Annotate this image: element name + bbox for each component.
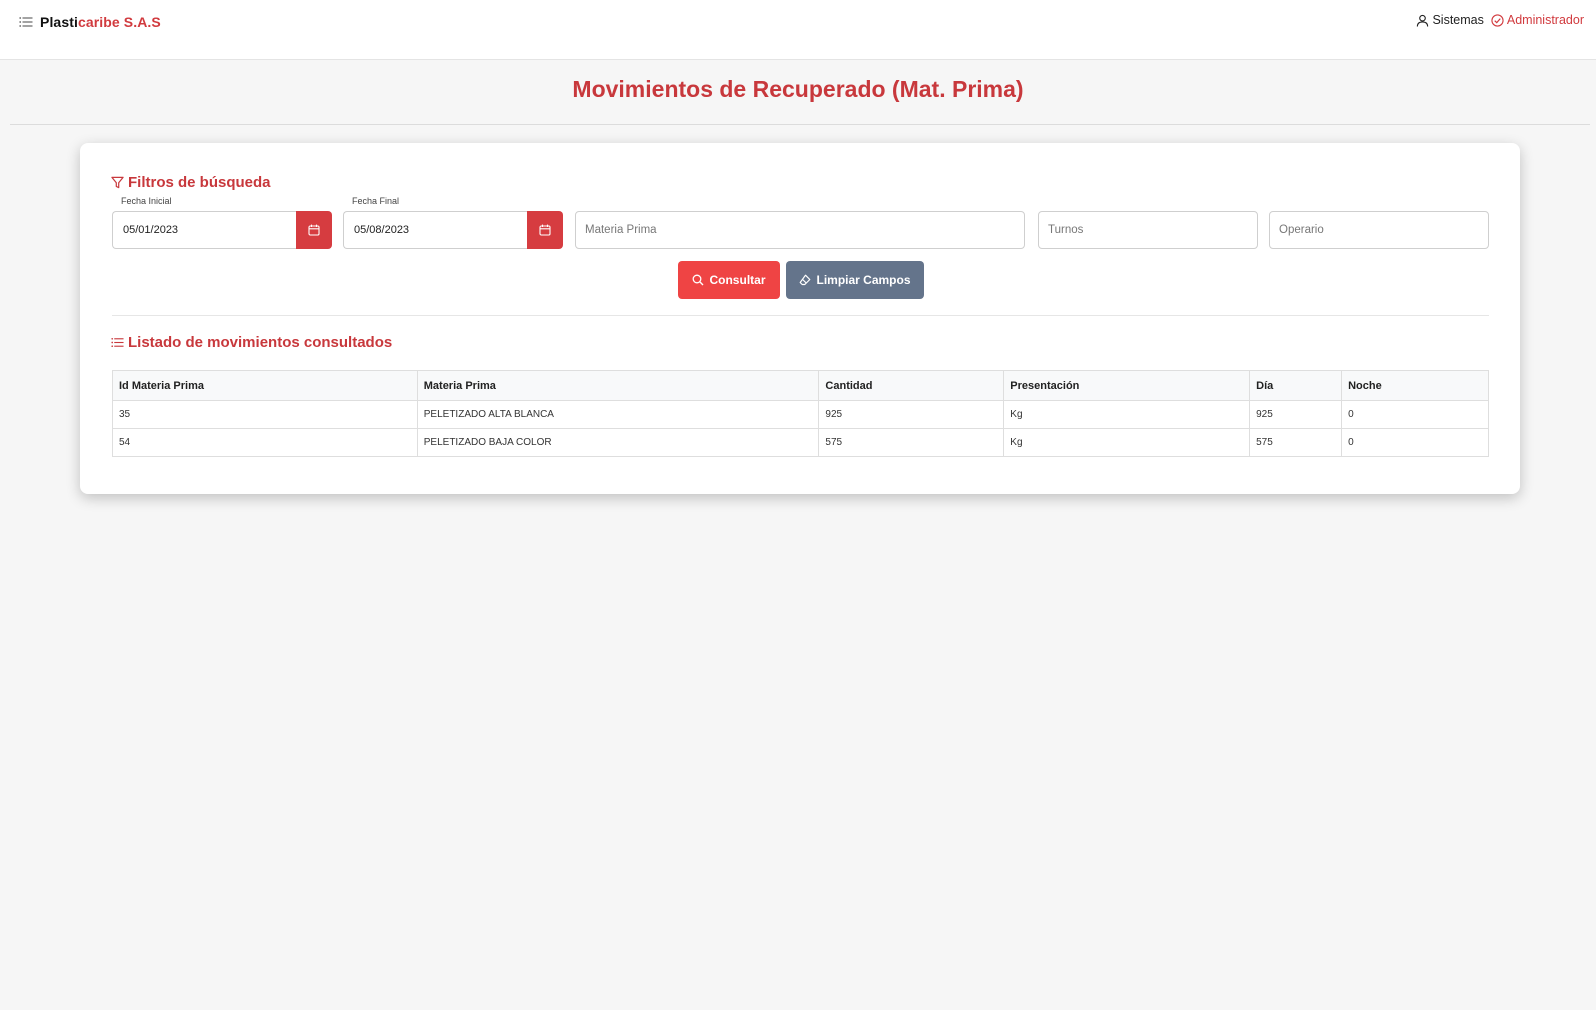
cell-noche: 0 [1341, 400, 1489, 429]
list-heading: Listado de movimientos consultados [111, 334, 392, 351]
operario-input[interactable] [1269, 211, 1489, 249]
movimientos-table: Id Materia Prima Materia Prima Cantidad … [112, 370, 1489, 457]
limpiar-campos-button[interactable]: Limpiar Campos [786, 261, 924, 299]
fecha-inicial-group [112, 211, 332, 249]
menu-icon[interactable] [19, 16, 33, 28]
fecha-inicial-label: Fecha Inicial [121, 196, 172, 206]
cell-materia-prima: PELETIZADO BAJA COLOR [416, 428, 820, 457]
fecha-final-calendar-button[interactable] [527, 211, 563, 249]
cell-materia-prima: PELETIZADO ALTA BLANCA [416, 400, 820, 429]
column-header-dia[interactable]: Día [1249, 370, 1343, 401]
limpiar-campos-label: Limpiar Campos [816, 273, 911, 287]
consultar-button[interactable]: Consultar [678, 261, 780, 299]
cell-presentacion: Kg [1003, 428, 1251, 457]
column-header-presentacion[interactable]: Presentación [1003, 370, 1251, 401]
fecha-inicial-input[interactable] [112, 211, 296, 249]
user-info[interactable]: Sistemas Administrador [1416, 13, 1584, 27]
turnos-input[interactable] [1038, 211, 1258, 249]
table-row[interactable]: 54 PELETIZADO BAJA COLOR 575 Kg 575 0 [112, 428, 1489, 457]
cell-cantidad: 925 [818, 400, 1005, 429]
materia-prima-input[interactable] [575, 211, 1025, 249]
fecha-final-group [343, 211, 563, 249]
calendar-icon [308, 224, 320, 236]
brand-name-part2: caribe S.A.S [77, 14, 161, 30]
title-divider [10, 124, 1590, 125]
search-icon [693, 274, 704, 286]
cell-cantidad: 575 [818, 428, 1005, 457]
consultar-label: Consultar [709, 273, 766, 287]
brand-name-part1: Plasti [40, 14, 78, 30]
eraser-icon [800, 274, 811, 286]
user-role: Administrador [1506, 13, 1584, 27]
user-icon [1417, 14, 1429, 27]
list-heading-text: Listado de movimientos consultados [128, 334, 393, 351]
cell-id-materia-prima: 35 [112, 400, 418, 429]
cell-presentacion: Kg [1003, 400, 1251, 429]
cell-id-materia-prima: 54 [112, 428, 418, 457]
fecha-inicial-calendar-button[interactable] [296, 211, 332, 249]
filter-icon [111, 176, 124, 189]
table-header-row: Id Materia Prima Materia Prima Cantidad … [112, 370, 1489, 401]
section-divider [112, 315, 1489, 316]
column-header-materia-prima[interactable]: Materia Prima [416, 370, 820, 401]
content-card: Filtros de búsqueda Fecha Inicial Fecha … [80, 143, 1520, 494]
page-title: Movimientos de Recuperado (Mat. Prima) [572, 76, 1024, 102]
filters-heading: Filtros de búsqueda [111, 174, 271, 191]
fecha-final-input[interactable] [343, 211, 527, 249]
column-header-id-materia-prima[interactable]: Id Materia Prima [112, 370, 418, 401]
brand-logo[interactable]: Plasticaribe S.A.S [40, 14, 161, 30]
check-circle-icon [1491, 13, 1504, 27]
column-header-cantidad[interactable]: Cantidad [818, 370, 1005, 401]
cell-dia: 575 [1249, 428, 1343, 457]
user-name: Sistemas [1432, 13, 1484, 27]
fecha-final-label: Fecha Final [352, 196, 400, 206]
cell-dia: 925 [1249, 400, 1343, 429]
table-row[interactable]: 35 PELETIZADO ALTA BLANCA 925 Kg 925 0 [112, 400, 1489, 429]
cell-noche: 0 [1341, 428, 1489, 457]
calendar-icon [539, 224, 551, 236]
column-header-noche[interactable]: Noche [1341, 370, 1489, 401]
filters-heading-text: Filtros de búsqueda [128, 174, 271, 191]
top-navbar: Plasticaribe S.A.S Sistemas Administrado… [0, 0, 1596, 60]
list-icon [111, 337, 124, 348]
